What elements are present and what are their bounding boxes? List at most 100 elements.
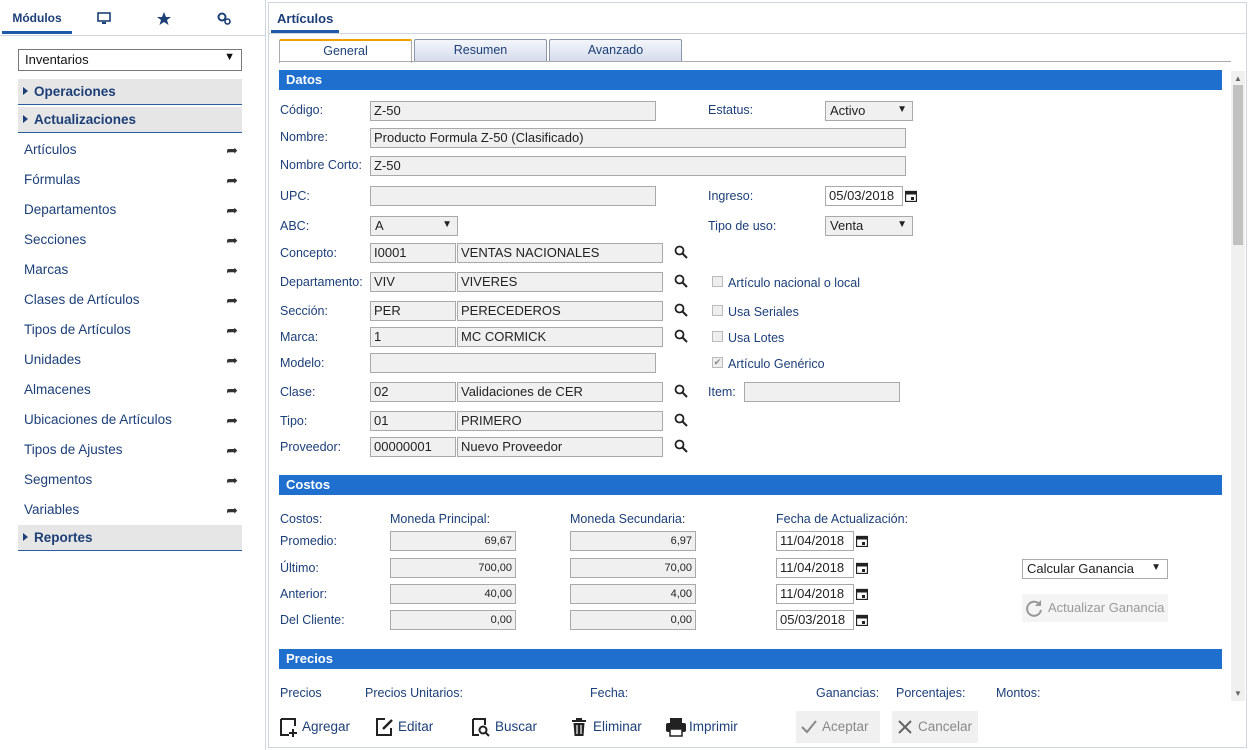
search-icon[interactable] <box>674 303 688 317</box>
calendar-icon[interactable] <box>856 562 868 574</box>
proveedor-code-input[interactable]: 00000001 <box>370 437 456 457</box>
tab-settings[interactable] <box>204 6 244 34</box>
tab-avanzado[interactable]: Avanzado <box>549 39 682 61</box>
share-arrow-icon: ➦ <box>226 352 238 368</box>
menu-item-secciones[interactable]: Secciones ➦ <box>24 228 240 252</box>
section-actualizaciones[interactable]: Actualizaciones <box>18 107 242 133</box>
upc-input[interactable] <box>370 186 656 206</box>
lotes-checkbox[interactable] <box>712 331 723 342</box>
chevron-down-icon: ▼ <box>1151 562 1161 573</box>
monitor-icon <box>97 12 111 24</box>
nombre-corto-input[interactable]: Z-50 <box>370 156 906 176</box>
item-input[interactable] <box>744 382 900 402</box>
search-icon[interactable] <box>674 245 688 259</box>
section-reportes[interactable]: Reportes <box>18 525 242 551</box>
section-label: Actualizaciones <box>34 112 137 127</box>
search-icon[interactable] <box>674 413 688 427</box>
tab-screen[interactable] <box>84 6 124 34</box>
section-operaciones[interactable]: Operaciones <box>18 79 242 105</box>
nombre-input[interactable]: Producto Formula Z-50 (Clasificado) <box>370 128 906 148</box>
menu-label: Tipos de Ajustes <box>24 442 123 457</box>
tipo-code-input[interactable]: 01 <box>370 411 456 431</box>
calendar-icon[interactable] <box>905 190 917 202</box>
search-icon[interactable] <box>674 274 688 288</box>
tab-resumen[interactable]: Resumen <box>414 39 547 61</box>
departamento-code-input[interactable]: VIV <box>370 272 456 292</box>
ganancias-col: Ganancias: <box>816 686 880 700</box>
editar-button[interactable]: Editar <box>375 711 445 743</box>
seriales-checkbox[interactable] <box>712 305 723 316</box>
menu-item-tipos-ajustes[interactable]: Tipos de Ajustes ➦ <box>24 438 240 462</box>
costo-fecha-input[interactable]: 11/04/2018 <box>776 531 854 551</box>
calendar-icon[interactable] <box>856 535 868 547</box>
seccion-code-input[interactable]: PER <box>370 301 456 321</box>
menu-item-almacenes[interactable]: Almacenes ➦ <box>24 378 240 402</box>
tab-favorites[interactable] <box>144 6 184 34</box>
costo-row-label: Del Cliente: <box>280 613 345 627</box>
departamento-label: Departamento: <box>280 275 363 289</box>
tab-general[interactable]: General <box>279 39 412 63</box>
costo-fecha-input[interactable]: 11/04/2018 <box>776 558 854 578</box>
menu-item-variables[interactable]: Variables ➦ <box>24 498 240 522</box>
share-arrow-icon: ➦ <box>226 292 238 308</box>
tab-divider <box>269 33 1246 34</box>
modelo-label: Modelo: <box>280 356 325 370</box>
eliminar-label: Eliminar <box>593 719 642 734</box>
tab-modulos[interactable]: Módulos <box>2 6 72 34</box>
search-icon[interactable] <box>674 439 688 453</box>
eliminar-button[interactable]: Eliminar <box>569 711 649 743</box>
abc-select[interactable]: A ▼ <box>370 216 458 236</box>
actualizar-ganancia-button[interactable]: Actualizar Ganancia <box>1022 594 1168 622</box>
modelo-input[interactable] <box>370 353 656 373</box>
chevron-down-icon: ▼ <box>442 219 452 230</box>
concepto-label: Concepto: <box>280 246 337 260</box>
estatus-select[interactable]: Activo ▼ <box>825 101 913 121</box>
menu-item-departamentos[interactable]: Departamentos ➦ <box>24 198 240 222</box>
costo-secundaria-input: 4,00 <box>570 584 696 604</box>
scrollbar-thumb[interactable] <box>1233 85 1243 245</box>
menu-item-unidades[interactable]: Unidades ➦ <box>24 348 240 372</box>
edit-icon <box>376 718 393 736</box>
moneda-secundaria-col: Moneda Secundaria: <box>570 512 686 526</box>
form-scrollbar[interactable]: ▲ ▼ <box>1231 71 1245 701</box>
caret-right-icon <box>23 533 28 541</box>
scroll-down-icon[interactable]: ▼ <box>1234 689 1242 698</box>
clase-code-input[interactable]: 02 <box>370 382 456 402</box>
menu-item-ubicaciones[interactable]: Ubicaciones de Artículos ➦ <box>24 408 240 432</box>
menu-item-marcas[interactable]: Marcas ➦ <box>24 258 240 282</box>
marca-code-input[interactable]: 1 <box>370 327 456 347</box>
codigo-input[interactable]: Z-50 <box>370 101 656 121</box>
calcular-ganancia-select[interactable]: Calcular Ganancia ▼ <box>1022 559 1168 579</box>
concepto-code-input[interactable]: I0001 <box>370 243 456 263</box>
menu-item-segmentos[interactable]: Segmentos ➦ <box>24 468 240 492</box>
section-header-costos: Costos <box>279 475 1222 495</box>
aceptar-button[interactable]: Aceptar <box>796 711 880 743</box>
tipo-uso-select[interactable]: Venta ▼ <box>825 216 913 236</box>
calendar-icon[interactable] <box>856 588 868 600</box>
module-select[interactable]: Inventarios ▼ <box>18 49 242 71</box>
imprimir-label: Imprimir <box>689 719 738 734</box>
search-icon[interactable] <box>674 329 688 343</box>
imprimir-button[interactable]: Imprimir <box>665 711 749 743</box>
estatus-label: Estatus: <box>708 103 754 117</box>
ingreso-date-input[interactable]: 05/03/2018 <box>825 186 903 206</box>
menu-item-articulos[interactable]: Artículos ➦ <box>24 138 240 162</box>
tab-articulos[interactable]: Artículos <box>271 7 340 33</box>
calendar-icon[interactable] <box>856 614 868 626</box>
menu-item-clases[interactable]: Clases de Artículos ➦ <box>24 288 240 312</box>
costo-fecha-input[interactable]: 05/03/2018 <box>776 610 854 630</box>
costo-secundaria-input: 6,97 <box>570 531 696 551</box>
cancelar-button[interactable]: Cancelar <box>892 711 978 743</box>
generico-checkbox[interactable]: ✔ <box>712 357 723 368</box>
menu-item-tipos-articulos[interactable]: Tipos de Artículos ➦ <box>24 318 240 342</box>
modules-panel: Módulos Inventarios ▼ Operaciones Actual… <box>0 0 266 750</box>
nacional-checkbox[interactable] <box>712 276 723 287</box>
buscar-button[interactable]: Buscar <box>471 711 545 743</box>
scroll-up-icon[interactable]: ▲ <box>1234 74 1242 83</box>
costo-fecha-input[interactable]: 11/04/2018 <box>776 584 854 604</box>
agregar-button[interactable]: Agregar <box>279 711 359 743</box>
menu-item-formulas[interactable]: Fórmulas ➦ <box>24 168 240 192</box>
editar-label: Editar <box>398 719 434 734</box>
buscar-label: Buscar <box>495 719 538 734</box>
search-icon[interactable] <box>674 384 688 398</box>
